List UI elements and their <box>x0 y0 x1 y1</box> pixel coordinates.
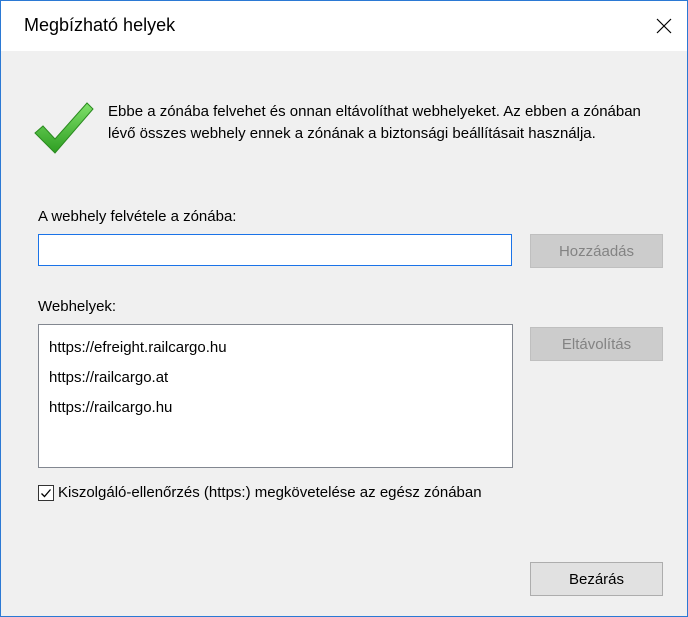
list-item[interactable]: https://efreight.railcargo.hu <box>49 333 512 363</box>
trusted-sites-dialog: Megbízható helyek Ebbe a zónába felvehet… <box>0 0 688 617</box>
info-text: Ebbe a zónába felvehet és onnan eltávolí… <box>108 103 641 142</box>
list-item[interactable]: https://railcargo.at <box>49 363 512 393</box>
close-icon[interactable] <box>641 1 687 51</box>
remove-button[interactable]: Eltávolítás <box>530 327 663 361</box>
checkmark-icon <box>41 488 51 497</box>
require-https-label[interactable]: Kiszolgáló-ellenőrzés (https:) megkövete… <box>58 484 482 501</box>
add-site-label: A webhely felvétele a zónába: <box>38 208 237 225</box>
require-https-row: Kiszolgáló-ellenőrzés (https:) megkövete… <box>38 484 482 501</box>
add-button[interactable]: Hozzáadás <box>530 234 663 268</box>
dialog-title: Megbízható helyek <box>24 15 176 35</box>
list-item[interactable]: https://railcargo.hu <box>49 393 512 423</box>
close-button[interactable]: Bezárás <box>530 562 663 596</box>
add-site-input[interactable] <box>38 234 512 266</box>
require-https-checkbox[interactable] <box>38 484 54 501</box>
title-bar: Megbízható helyek <box>1 1 687 51</box>
sites-listbox[interactable]: https://efreight.railcargo.hu https://ra… <box>38 324 513 468</box>
sites-label: Webhelyek: <box>38 298 117 315</box>
green-checkmark-icon <box>33 101 95 157</box>
